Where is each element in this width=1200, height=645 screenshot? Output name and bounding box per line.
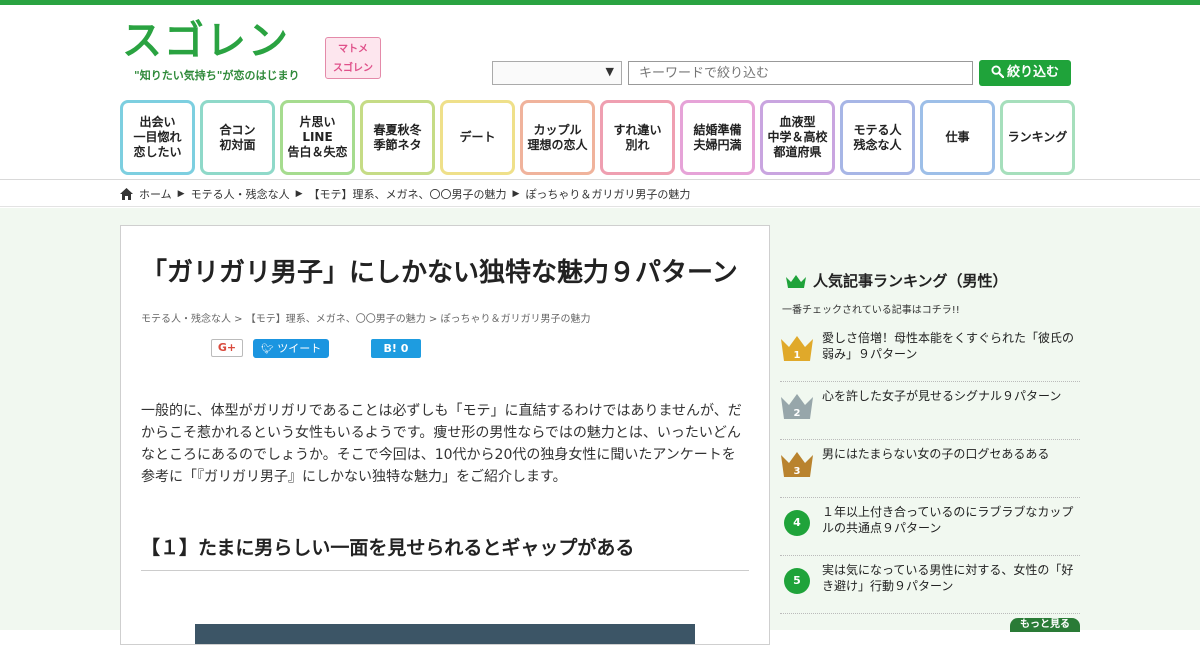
nav-item[interactable]: モテる人 残念な人 (840, 100, 915, 175)
tweet-label: ツイート (277, 342, 322, 355)
nav-item-label: 仕事 (945, 130, 970, 144)
article-title: 「ガリガリ男子」にしかない独特な魅力９パターン (141, 258, 738, 288)
ranking-list: 1 愛しさ倍増！母性本能をくすぐられた「彼氏の弱み」９パターン 2 心を許した女子が見… (780, 324, 1080, 614)
nav-item[interactable]: 出会い 一目惚れ 恋したい (120, 100, 195, 175)
nav-item-label: モテる人 残念な人 (853, 122, 902, 152)
nav-item-label: デート (459, 130, 496, 144)
article: 「ガリガリ男子」にしかない独特な魅力９パターン モテる人・残念な人 > 【モテ】… (120, 225, 770, 645)
nav-item-label: 結婚準備 夫婦円満 (693, 122, 742, 152)
nav-item-label: 血液型 中学＆高校 都道府県 (767, 115, 828, 159)
crown-icon (786, 274, 806, 288)
ranking-item[interactable]: 4 １年以上付き合っているのにラブラブなカップルの共通点９パターン (780, 498, 1080, 556)
article-category-path[interactable]: モテる人・残念な人 > 【モテ】理系、メガネ、〇〇男子の魅力 > ぽっちゃり＆ガ… (141, 310, 749, 325)
breadcrumb-item[interactable]: モテる人・残念な人 (191, 186, 290, 202)
breadcrumb-item[interactable]: ぽっちゃり＆ガリガリ男子の魅力 (525, 186, 690, 202)
search-button-label: 絞り込む (1006, 65, 1059, 80)
logo-wordmark: スゴレン (122, 18, 290, 64)
ranking-item-title: １年以上付き合っているのにラブラブなカップルの共通点９パターン (822, 505, 1074, 535)
ranking-subheading: 一番チェックされている記事はコチラ!! (782, 305, 960, 316)
site-header: スゴレン "知りたい気持ち"が恋のはじまり マトメ スゴレン ▼ 絞り込む 出会… (0, 5, 1200, 180)
nav-item[interactable]: 春夏秋冬 季節ネタ (360, 100, 435, 175)
ranking-heading: 人気記事ランキング（男性） (785, 270, 1080, 291)
ranking-item[interactable]: 3 男にはたまらない女の子の口グセあるある (780, 440, 1080, 498)
ranking-item[interactable]: 2 心を許した女子が見せるシグナル９パターン (780, 382, 1080, 440)
rank-number: 2 (794, 408, 801, 419)
matome-label: マトメ スゴレン (333, 44, 373, 74)
nav-item[interactable]: ランキング (1000, 100, 1075, 175)
rank-crown-icon: 2 (781, 394, 813, 419)
ranking-item[interactable]: 1 愛しさ倍増！母性本能をくすぐられた「彼氏の弱み」９パターン (780, 324, 1080, 382)
section-heading: 【１】たまに男らしい一面を見せられるとギャップがある (141, 533, 749, 571)
nav-item-label: 春夏秋冬 季節ネタ (373, 122, 422, 152)
ranking-item-title: 心を許した女子が見せるシグナル９パターン (822, 389, 1062, 403)
rank-crown-icon: 1 (781, 336, 813, 361)
site-logo[interactable]: スゴレン "知りたい気持ち"が恋のはじまり (122, 17, 312, 89)
nav-item[interactable]: 結婚準備 夫婦円満 (680, 100, 755, 175)
nav-item[interactable]: 仕事 (920, 100, 995, 175)
rank-number: 4 (784, 510, 810, 536)
twitter-bird-icon: 🐦︎ (261, 344, 274, 355)
nav-item[interactable]: すれ違い 別れ (600, 100, 675, 175)
breadcrumb-separator-icon: ▶ (512, 189, 520, 199)
article-intro: 一般的に、体型がガリガリであることは必ずしも「モテ」に直結するわけではありません… (141, 403, 742, 485)
breadcrumb-item[interactable]: 【モテ】理系、メガネ、〇〇男子の魅力 (309, 186, 507, 202)
rank-crown-icon: 3 (781, 452, 813, 477)
rank-number: 1 (794, 350, 801, 361)
nav-item-label: カップル 理想の恋人 (527, 122, 588, 152)
ranking-sidebar: 人気記事ランキング（男性） 一番チェックされている記事はコチラ!! 1 愛しさ倍増… (780, 270, 1080, 632)
rank-number: 5 (784, 568, 810, 594)
ranking-item-title: 愛しさ倍増！母性本能をくすぐられた「彼氏の弱み」９パターン (822, 331, 1075, 361)
search-input[interactable] (628, 61, 973, 85)
nav-item-label: ランキング (1007, 130, 1068, 144)
nav-item[interactable]: 血液型 中学＆高校 都道府県 (760, 100, 835, 175)
ranking-item-title: 男にはたまらない女の子の口グセあるある (822, 447, 1050, 461)
nav-item-label: 出会い 一目惚れ 恋したい (133, 115, 182, 159)
share-buttons: G+ 🐦︎ ツイート B! 0 (141, 339, 749, 363)
breadcrumb: ホーム ▶ モテる人・残念な人 ▶ 【モテ】理系、メガネ、〇〇男子の魅力 ▶ ぽ… (120, 186, 690, 202)
hatena-bookmark-button[interactable]: B! 0 (371, 339, 421, 358)
nav-item[interactable]: 合コン 初対面 (200, 100, 275, 175)
search-button[interactable]: 絞り込む (979, 60, 1071, 86)
breadcrumb-home[interactable]: ホーム (139, 186, 172, 202)
category-nav: 出会い 一目惚れ 恋したい 合コン 初対面 片思い LINE 告白＆失恋 春夏秋冬 季… (120, 100, 1080, 175)
nav-item[interactable]: 片思い LINE 告白＆失恋 (280, 100, 355, 175)
nav-item-label: 片思い LINE 告白＆失恋 (287, 115, 348, 159)
tweet-button[interactable]: 🐦︎ ツイート (253, 339, 329, 358)
breadcrumb-bar: ホーム ▶ モテる人・残念な人 ▶ 【モテ】理系、メガネ、〇〇男子の魅力 ▶ ぽ… (0, 181, 1200, 207)
nav-item[interactable]: デート (440, 100, 515, 175)
rank-number: 3 (794, 466, 801, 477)
nav-item-label: すれ違い 別れ (613, 122, 662, 152)
breadcrumb-separator-icon: ▶ (295, 189, 303, 199)
ranking-item[interactable]: 5 実は気になっている男性に対する、女性の「好き避け」行動９パターン (780, 556, 1080, 614)
article-image (195, 624, 695, 644)
breadcrumb-separator-icon: ▶ (177, 189, 185, 199)
search-icon (991, 65, 1005, 79)
ranking-item-title: 実は気になっている男性に対する、女性の「好き避け」行動９パターン (822, 563, 1074, 593)
matome-sugoren-logo[interactable]: マトメ スゴレン (325, 37, 381, 79)
chevron-down-icon: ▼ (605, 65, 614, 78)
home-icon (120, 188, 133, 200)
nav-item-label: 合コン 初対面 (219, 122, 256, 152)
google-plus-button[interactable]: G+ (211, 339, 243, 357)
nav-item[interactable]: カップル 理想の恋人 (520, 100, 595, 175)
logo-tagline: "知りたい気持ち"が恋のはじまり (134, 69, 300, 82)
category-select[interactable]: ▼ (492, 61, 622, 85)
ranking-heading-text: 人気記事ランキング（男性） (813, 272, 1008, 290)
